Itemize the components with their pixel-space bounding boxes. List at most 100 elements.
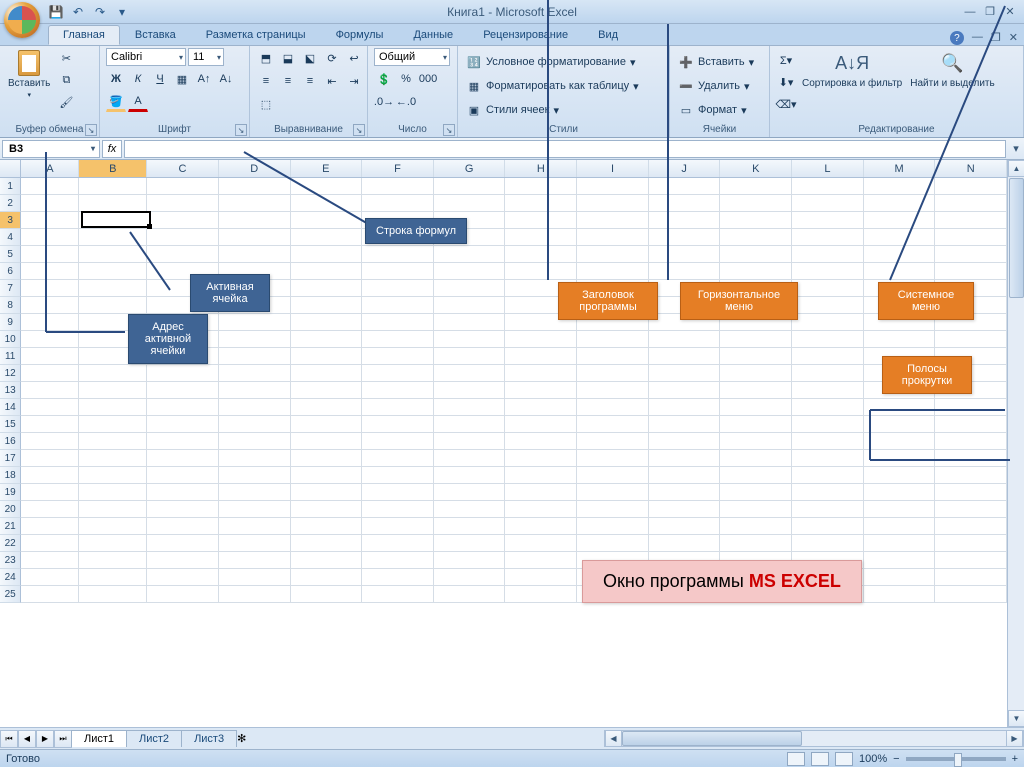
conditional-formatting-button[interactable]: 🔢Условное форматирование ▾: [464, 52, 637, 72]
cell[interactable]: [362, 280, 434, 297]
cell[interactable]: [935, 586, 1007, 603]
sheet-nav-last-icon[interactable]: ⏭: [54, 730, 72, 748]
cell[interactable]: [792, 484, 864, 501]
row-header[interactable]: 15: [0, 416, 21, 433]
cell[interactable]: [505, 399, 577, 416]
cell[interactable]: [291, 552, 363, 569]
row-header[interactable]: 16: [0, 433, 21, 450]
cell[interactable]: [577, 348, 649, 365]
cell[interactable]: [720, 467, 792, 484]
cell[interactable]: [935, 263, 1007, 280]
cell[interactable]: [434, 467, 506, 484]
cell[interactable]: [79, 263, 147, 280]
cell[interactable]: [219, 433, 291, 450]
tab-home[interactable]: Главная: [48, 25, 120, 45]
cell[interactable]: [935, 399, 1007, 416]
cell[interactable]: [720, 518, 792, 535]
col-header[interactable]: D: [219, 160, 291, 177]
cell[interactable]: [21, 484, 79, 501]
cell[interactable]: [935, 178, 1007, 195]
cell[interactable]: [577, 450, 649, 467]
cell[interactable]: [21, 246, 79, 263]
increase-indent-icon[interactable]: ⇥: [344, 71, 364, 91]
cell[interactable]: [362, 399, 434, 416]
font-name-combo[interactable]: Calibri: [106, 48, 186, 66]
cell[interactable]: [434, 263, 506, 280]
bold-button[interactable]: Ж: [106, 69, 126, 89]
cell[interactable]: [864, 178, 936, 195]
cell[interactable]: [79, 484, 147, 501]
cell[interactable]: [362, 433, 434, 450]
cell[interactable]: [21, 195, 79, 212]
normal-view-icon[interactable]: [787, 752, 805, 766]
cell[interactable]: [219, 195, 291, 212]
col-header[interactable]: B: [79, 160, 147, 177]
cell[interactable]: [147, 229, 219, 246]
cell[interactable]: [792, 382, 864, 399]
row-header[interactable]: 4: [0, 229, 21, 246]
cell[interactable]: [362, 297, 434, 314]
cell[interactable]: [362, 365, 434, 382]
cell[interactable]: [434, 314, 506, 331]
cell[interactable]: [577, 229, 649, 246]
col-header[interactable]: G: [434, 160, 506, 177]
cell[interactable]: [505, 586, 577, 603]
cell[interactable]: [864, 433, 936, 450]
cell[interactable]: [291, 331, 363, 348]
cell[interactable]: [219, 348, 291, 365]
cell[interactable]: [79, 178, 147, 195]
cell[interactable]: [79, 212, 147, 229]
cell[interactable]: [792, 535, 864, 552]
cell[interactable]: [219, 535, 291, 552]
cell[interactable]: [505, 331, 577, 348]
cell[interactable]: [147, 195, 219, 212]
cell[interactable]: [291, 229, 363, 246]
cell[interactable]: [792, 195, 864, 212]
sheet-nav-prev-icon[interactable]: ◀: [18, 730, 36, 748]
col-header[interactable]: M: [864, 160, 936, 177]
cell[interactable]: [291, 195, 363, 212]
cell[interactable]: [291, 535, 363, 552]
cell[interactable]: [649, 246, 721, 263]
cell[interactable]: [935, 467, 1007, 484]
col-header[interactable]: A: [21, 160, 79, 177]
cell[interactable]: [147, 212, 219, 229]
cell[interactable]: [720, 484, 792, 501]
cell[interactable]: [649, 331, 721, 348]
cell[interactable]: [219, 399, 291, 416]
cell[interactable]: [147, 178, 219, 195]
cell[interactable]: [434, 518, 506, 535]
clipboard-launcher[interactable]: ↘: [85, 124, 97, 136]
cell[interactable]: [291, 297, 363, 314]
align-center-icon[interactable]: ≡: [278, 71, 298, 91]
cell[interactable]: [434, 450, 506, 467]
cell[interactable]: [147, 501, 219, 518]
cell[interactable]: [147, 399, 219, 416]
cell[interactable]: [219, 212, 291, 229]
cell[interactable]: [792, 450, 864, 467]
qat-more-icon[interactable]: ▾: [114, 4, 130, 20]
cell[interactable]: [291, 246, 363, 263]
cell[interactable]: [935, 212, 1007, 229]
cell[interactable]: [362, 178, 434, 195]
col-header[interactable]: F: [362, 160, 434, 177]
cell[interactable]: [434, 382, 506, 399]
cell[interactable]: [649, 195, 721, 212]
cell[interactable]: [792, 280, 864, 297]
cell[interactable]: [21, 416, 79, 433]
cell[interactable]: [505, 246, 577, 263]
cell[interactable]: [577, 518, 649, 535]
row-header[interactable]: 24: [0, 569, 21, 586]
cell[interactable]: [147, 450, 219, 467]
cell[interactable]: [291, 416, 363, 433]
decrease-decimal-icon[interactable]: ←.0: [396, 92, 416, 112]
paste-button[interactable]: Вставить▾: [6, 48, 52, 101]
cell[interactable]: [434, 569, 506, 586]
cell[interactable]: [720, 535, 792, 552]
cell[interactable]: [577, 535, 649, 552]
sheet-nav-first-icon[interactable]: ⏮: [0, 730, 18, 748]
cell[interactable]: [792, 297, 864, 314]
cell[interactable]: [362, 331, 434, 348]
cell[interactable]: [291, 382, 363, 399]
cell[interactable]: [219, 246, 291, 263]
